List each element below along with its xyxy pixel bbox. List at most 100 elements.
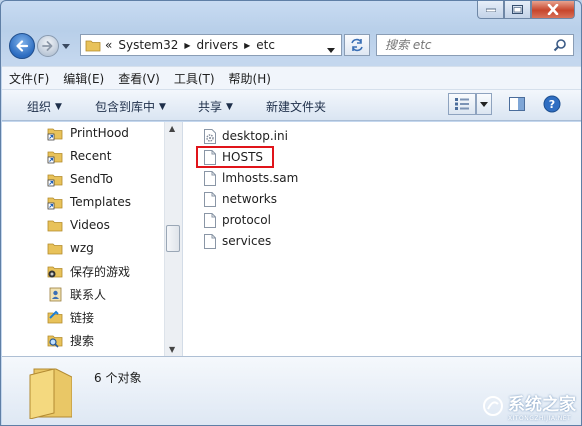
recent-pages-button[interactable]	[62, 43, 70, 49]
scrollbar-thumb[interactable]	[166, 225, 180, 252]
search-input[interactable]	[377, 37, 547, 53]
file-icon	[204, 233, 216, 249]
back-button[interactable]	[9, 33, 35, 59]
refresh-button[interactable]	[344, 34, 370, 56]
scroll-up-icon[interactable]: ▲	[169, 124, 175, 133]
breadcrumb-label: System32	[118, 38, 179, 52]
view-options-button[interactable]	[476, 93, 492, 115]
nav-item-label: 保存的游戏	[70, 264, 131, 279]
share-label: 共享	[198, 100, 223, 114]
chevron-down-icon: ▼	[226, 101, 233, 112]
nav-item-label: Recent	[70, 149, 112, 163]
menu-view[interactable]: 查看(V)	[111, 70, 167, 87]
file-item[interactable]: lmhosts.sam	[204, 168, 298, 188]
file-name: lmhosts.sam	[222, 171, 299, 185]
nav-item[interactable]: wzg	[47, 238, 94, 258]
file-item[interactable]: networks	[204, 189, 277, 209]
share-button[interactable]: 共享 ▼	[198, 98, 233, 115]
new-folder-button[interactable]: 新建文件夹	[266, 98, 326, 115]
arrow-right-icon	[42, 41, 53, 51]
nav-item-label: 搜索	[70, 333, 95, 348]
file-name: services	[222, 234, 272, 248]
file-item[interactable]: desktop.ini	[204, 126, 288, 146]
menu-edit[interactable]: 编辑(E)	[56, 70, 111, 87]
breadcrumb-separator-icon[interactable]: ▶	[244, 41, 250, 50]
menu-help[interactable]: 帮助(H)	[222, 70, 278, 87]
close-button[interactable]	[531, 1, 575, 19]
file-icon	[204, 212, 216, 228]
nav-item[interactable]: 保存的游戏	[47, 261, 130, 281]
file-name: desktop.ini	[222, 129, 288, 143]
search-box[interactable]	[376, 34, 574, 56]
nav-item-label: PrintHood	[70, 126, 129, 140]
breadcrumb-drivers[interactable]: drivers	[197, 38, 239, 52]
include-in-library-button[interactable]: 包含到库中 ▼	[95, 98, 166, 115]
search-icon[interactable]	[553, 38, 567, 52]
chevron-down-icon	[62, 43, 70, 49]
nav-item[interactable]: Templates	[47, 192, 131, 212]
breadcrumb-etc[interactable]: etc	[256, 38, 275, 52]
folder-icon	[47, 240, 63, 256]
watermark: 系统之家 XITONGZHIJIA.NET	[482, 390, 576, 422]
folder-shortcut-icon	[47, 194, 63, 210]
nav-item[interactable]: 搜索	[47, 330, 94, 350]
nav-item-label: Videos	[70, 218, 110, 232]
watermark-logo-icon	[483, 396, 503, 416]
folder-large-icon	[29, 368, 72, 419]
nav-item-label: 链接	[70, 310, 95, 325]
address-dropdown-button[interactable]	[327, 42, 335, 56]
nav-item[interactable]: 联系人	[47, 284, 106, 304]
view-details-icon	[455, 98, 469, 110]
address-bar[interactable]: « System32 ▶ drivers ▶ etc	[80, 34, 342, 56]
change-view-button[interactable]	[448, 93, 476, 115]
file-item[interactable]: services	[204, 231, 271, 251]
breadcrumb-label: etc	[256, 38, 275, 52]
saved-games-icon	[47, 263, 63, 279]
nav-item[interactable]: Videos	[47, 215, 110, 235]
searches-icon	[47, 332, 63, 348]
scroll-down-icon[interactable]: ▼	[169, 345, 175, 354]
command-bar: 组织 ▼ 包含到库中 ▼ 共享 ▼ 新建文件夹 ?	[2, 90, 581, 121]
maximize-button[interactable]	[504, 1, 531, 19]
breadcrumb-label: drivers	[196, 38, 239, 52]
breadcrumb-separator-icon[interactable]: ▶	[184, 41, 190, 50]
chevron-down-icon: ▼	[55, 101, 62, 112]
maximize-icon	[512, 5, 523, 14]
menu-file[interactable]: 文件(F)	[2, 70, 56, 87]
help-button[interactable]: ?	[543, 95, 561, 113]
refresh-icon	[351, 38, 363, 52]
caption-buttons	[477, 1, 575, 21]
folder-shortcut-icon	[47, 171, 63, 187]
help-icon: ?	[543, 95, 561, 113]
nav-item-label: Templates	[70, 195, 132, 209]
nav-item[interactable]: Recent	[47, 146, 111, 166]
organize-button[interactable]: 组织 ▼	[27, 98, 62, 115]
nav-item[interactable]: PrintHood	[47, 123, 129, 143]
nav-item[interactable]: 链接	[47, 307, 94, 327]
file-name: networks	[222, 192, 277, 206]
minimize-button[interactable]	[477, 1, 504, 19]
organize-label: 组织	[27, 100, 52, 114]
svg-text:?: ?	[549, 98, 555, 111]
hosts-highlight-box	[196, 146, 274, 168]
nav-item-label: SendTo	[70, 172, 113, 186]
navigation-scrollbar[interactable]: ▲ ▼	[164, 122, 182, 356]
file-item[interactable]: protocol	[204, 210, 271, 230]
navigation-pane: PrintHood Recent SendTo Templates Videos wzg 保…	[2, 122, 183, 356]
menu-bar: 文件(F) 编辑(E) 查看(V) 工具(T) 帮助(H)	[2, 66, 581, 90]
breadcrumb-overflow[interactable]: «	[105, 38, 112, 52]
folder-icon	[47, 217, 63, 233]
minimize-icon	[485, 8, 496, 12]
forward-button[interactable]	[37, 35, 59, 57]
details-pane: 6 个对象 系统之家 XITONGZHIJIA.NET	[2, 356, 581, 425]
breadcrumb-system32[interactable]: System32	[118, 38, 178, 52]
file-name: protocol	[222, 213, 271, 227]
folder-icon	[85, 40, 101, 52]
menu-tools[interactable]: 工具(T)	[167, 70, 222, 87]
preview-pane-icon	[509, 97, 525, 111]
explorer-window: « System32 ▶ drivers ▶ etc 文件(F) 编辑(E) 查…	[0, 0, 582, 426]
close-icon	[547, 4, 559, 15]
nav-item[interactable]: SendTo	[47, 169, 113, 189]
new-folder-label: 新建文件夹	[266, 100, 327, 114]
preview-pane-button[interactable]	[508, 95, 526, 113]
